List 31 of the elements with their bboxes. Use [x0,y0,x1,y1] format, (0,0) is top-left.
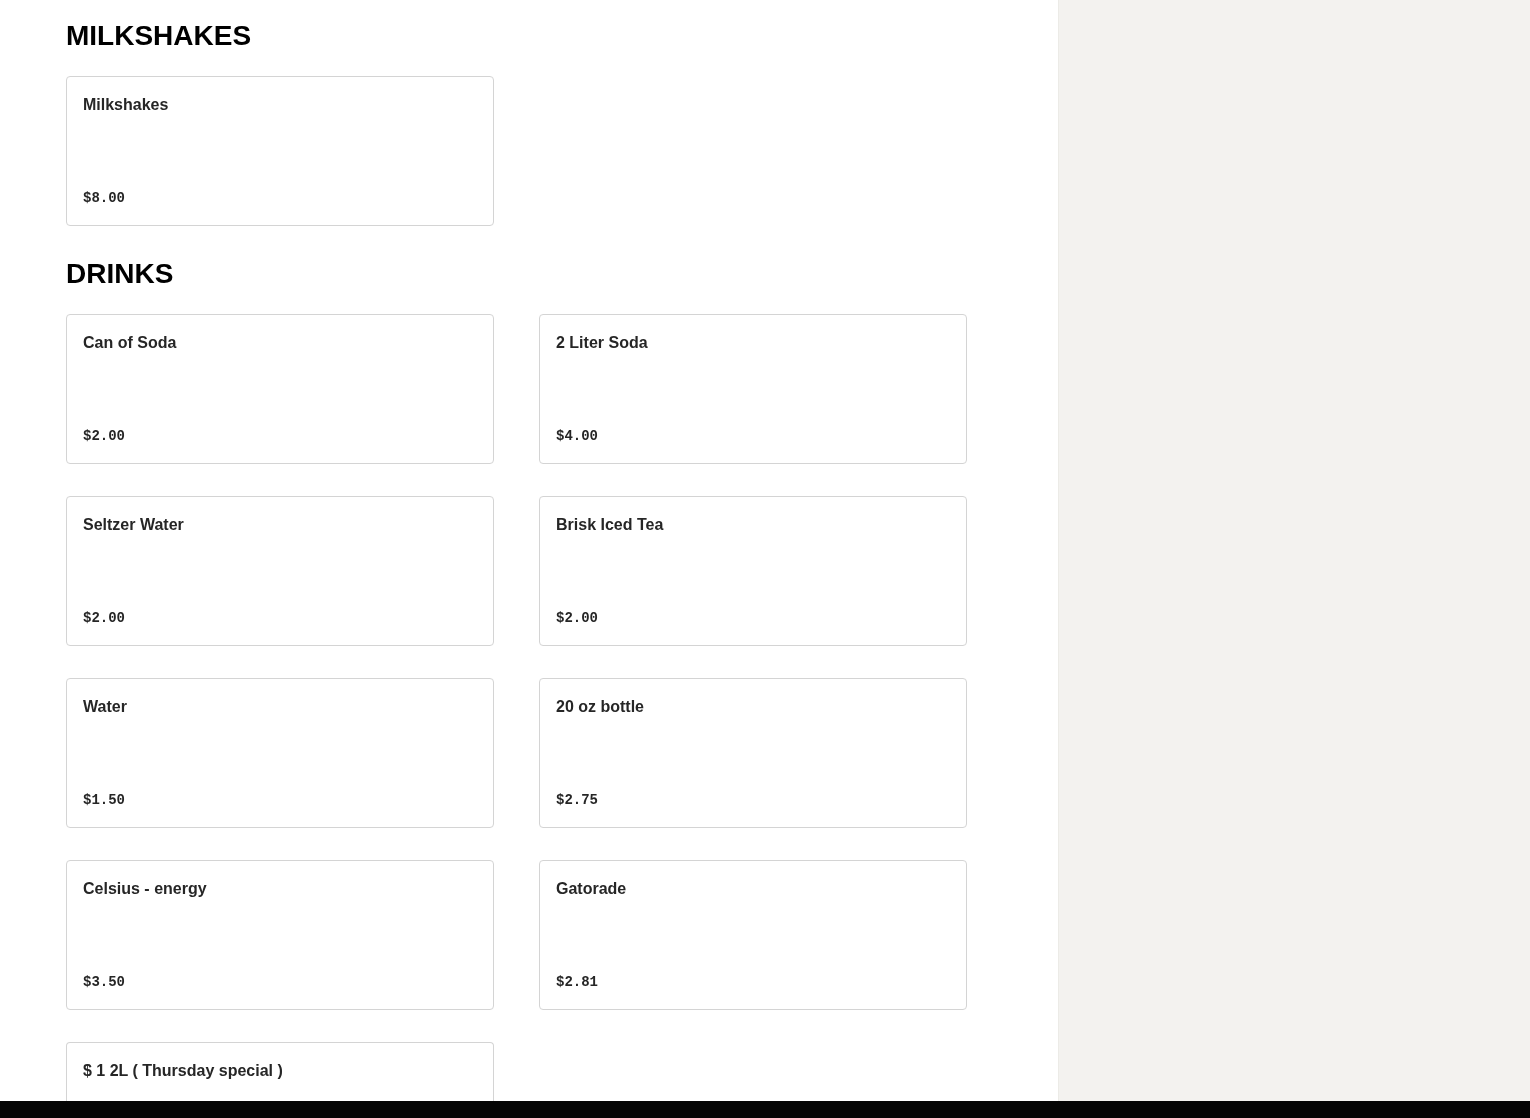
menu-item-card[interactable]: Seltzer Water $2.00 [66,496,494,646]
item-price: $1.50 [83,791,125,809]
item-name: Celsius - energy [83,879,207,899]
item-price: $3.50 [83,973,125,991]
item-name: Water [83,697,127,717]
menu-item-card[interactable]: 2 Liter Soda $4.00 [539,314,967,464]
section-heading: MILKSHAKES [66,20,252,52]
menu-item-card[interactable]: Can of Soda $2.00 [66,314,494,464]
item-price: $2.00 [83,427,125,445]
item-name: 20 oz bottle [556,697,644,717]
item-name: Milkshakes [83,95,169,115]
item-name: 2 Liter Soda [556,333,648,353]
item-name: Can of Soda [83,333,177,353]
item-price: $2.75 [556,791,598,809]
menu-item-card[interactable]: Gatorade $2.81 [539,860,967,1010]
item-price: $8.00 [83,189,125,207]
item-name: Gatorade [556,879,627,899]
menu-item-card[interactable]: Water $1.50 [66,678,494,828]
menu-item-card[interactable]: $ 1 2L ( Thursday special ) [66,1042,494,1101]
item-price: $4.00 [556,427,598,445]
item-price: $2.81 [556,973,598,991]
menu-item-card[interactable]: Milkshakes $8.00 [66,76,494,226]
item-name: Seltzer Water [83,515,184,535]
item-price: $2.00 [556,609,598,627]
menu-item-card[interactable]: 20 oz bottle $2.75 [539,678,967,828]
menu-item-card[interactable]: Brisk Iced Tea $2.00 [539,496,967,646]
menu-item-card[interactable]: Celsius - energy $3.50 [66,860,494,1010]
item-name: Brisk Iced Tea [556,515,664,535]
section-heading: DRINKS [66,258,174,290]
item-name: $ 1 2L ( Thursday special ) [83,1061,283,1081]
item-price: $2.00 [83,609,125,627]
